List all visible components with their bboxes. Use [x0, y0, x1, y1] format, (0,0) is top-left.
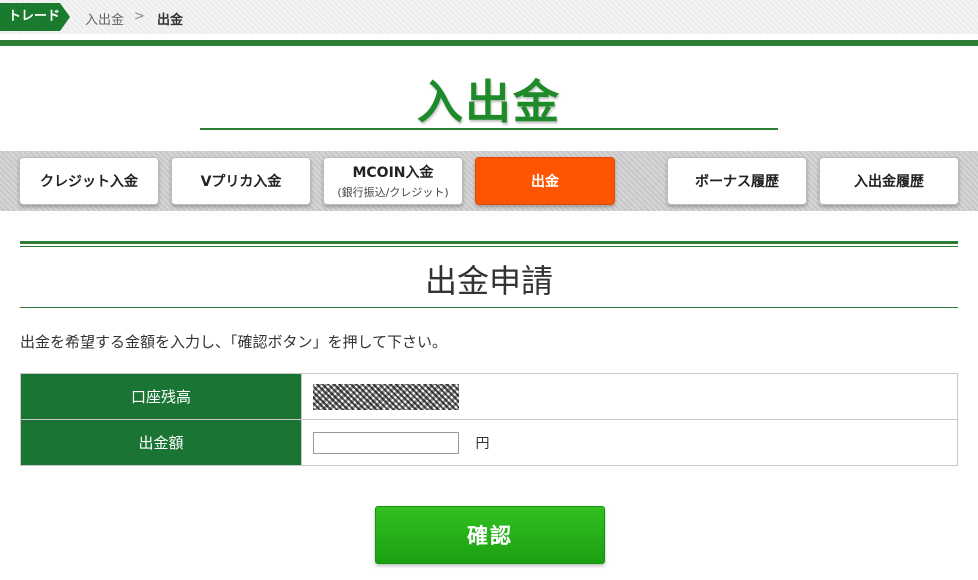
tab-mcoin-deposit[interactable]: MCOIN入金 (銀行振込/クレジット) [323, 157, 463, 205]
breadcrumb-home[interactable]: トレード [0, 3, 70, 31]
breadcrumb-bar: トレード 入出金 > 出金 [0, 0, 978, 34]
section-rule-top [20, 241, 958, 244]
tab-label: 入出金履歴 [854, 174, 924, 190]
table-row: 出金額 円 [20, 419, 958, 466]
tab-label: 出金 [531, 174, 559, 190]
tab-sublabel: (銀行振込/クレジット) [337, 186, 449, 199]
breadcrumb-separator: > [134, 9, 145, 24]
tab-strip: クレジット入金 Vプリカ入金 MCOIN入金 (銀行振込/クレジット) 出金 ボ… [0, 151, 978, 211]
page-title: 入出金 [417, 75, 561, 129]
section-title: 出金申請 [424, 262, 553, 300]
header-divider [0, 40, 978, 46]
tab-label: Vプリカ入金 [200, 174, 282, 190]
section-rule-bottom [20, 307, 958, 308]
amount-unit: 円 [475, 435, 490, 452]
balance-masked-value [313, 383, 459, 410]
tab-credit-deposit[interactable]: クレジット入金 [19, 157, 159, 205]
table-row: 口座残高 [20, 373, 958, 420]
tab-bonus-history[interactable]: ボーナス履歴 [667, 157, 807, 205]
instruction-text: 出金を希望する金額を入力し、「確認ボタン」を押して下さい。 [20, 333, 448, 351]
confirm-button[interactable]: 確認 [375, 506, 605, 564]
tab-label: クレジット入金 [40, 174, 138, 190]
amount-input[interactable] [313, 431, 459, 454]
balance-value-cell [301, 373, 958, 420]
amount-value-cell: 円 [301, 419, 958, 466]
amount-label: 出金額 [20, 419, 302, 466]
tab-label: MCOIN入金 [352, 165, 434, 181]
balance-label: 口座残高 [20, 373, 302, 420]
section-rule-top-thin [20, 246, 958, 247]
withdraw-form-table: 口座残高 出金額 円 [20, 373, 958, 466]
tab-withdraw[interactable]: 出金 [475, 157, 615, 205]
tab-label: ボーナス履歴 [695, 174, 779, 190]
tab-transaction-history[interactable]: 入出金履歴 [819, 157, 959, 205]
breadcrumb-link-deposit-withdraw[interactable]: 入出金 [85, 9, 124, 28]
tab-vpreca-deposit[interactable]: Vプリカ入金 [171, 157, 311, 205]
title-underline [200, 128, 778, 130]
breadcrumb-current: 出金 [157, 13, 184, 28]
